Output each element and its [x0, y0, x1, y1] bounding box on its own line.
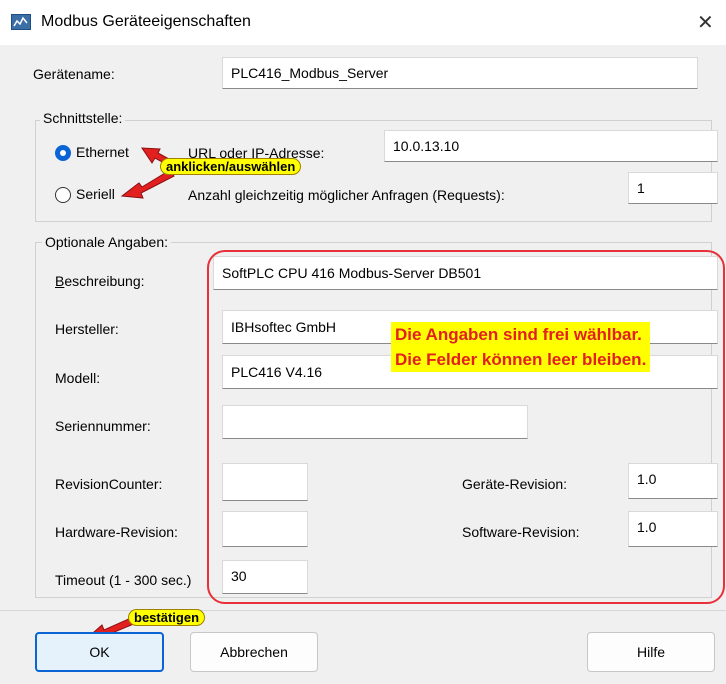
footer-divider — [0, 610, 726, 611]
serial-number-label: Seriennummer: — [55, 418, 151, 434]
select-callout: anklicken/auswählen — [160, 158, 302, 175]
model-label: Modell: — [55, 370, 101, 386]
optional-legend: Optionale Angaben: — [42, 234, 171, 250]
ok-button[interactable]: OK — [35, 632, 164, 672]
timeout-label: Timeout (1 - 300 sec.) — [55, 572, 192, 588]
description-label: Beschreibung: — [55, 273, 145, 289]
confirm-callout: bestätigen — [128, 609, 206, 626]
hardware-revision-label: Hardware-Revision: — [55, 524, 178, 540]
revision-counter-label: RevisionCounter: — [55, 476, 163, 492]
manufacturer-label: Hersteller: — [55, 321, 119, 337]
optional-fields-highlight — [207, 250, 725, 604]
cancel-button[interactable]: Abbrechen — [190, 632, 318, 672]
help-button[interactable]: Hilfe — [587, 632, 715, 672]
